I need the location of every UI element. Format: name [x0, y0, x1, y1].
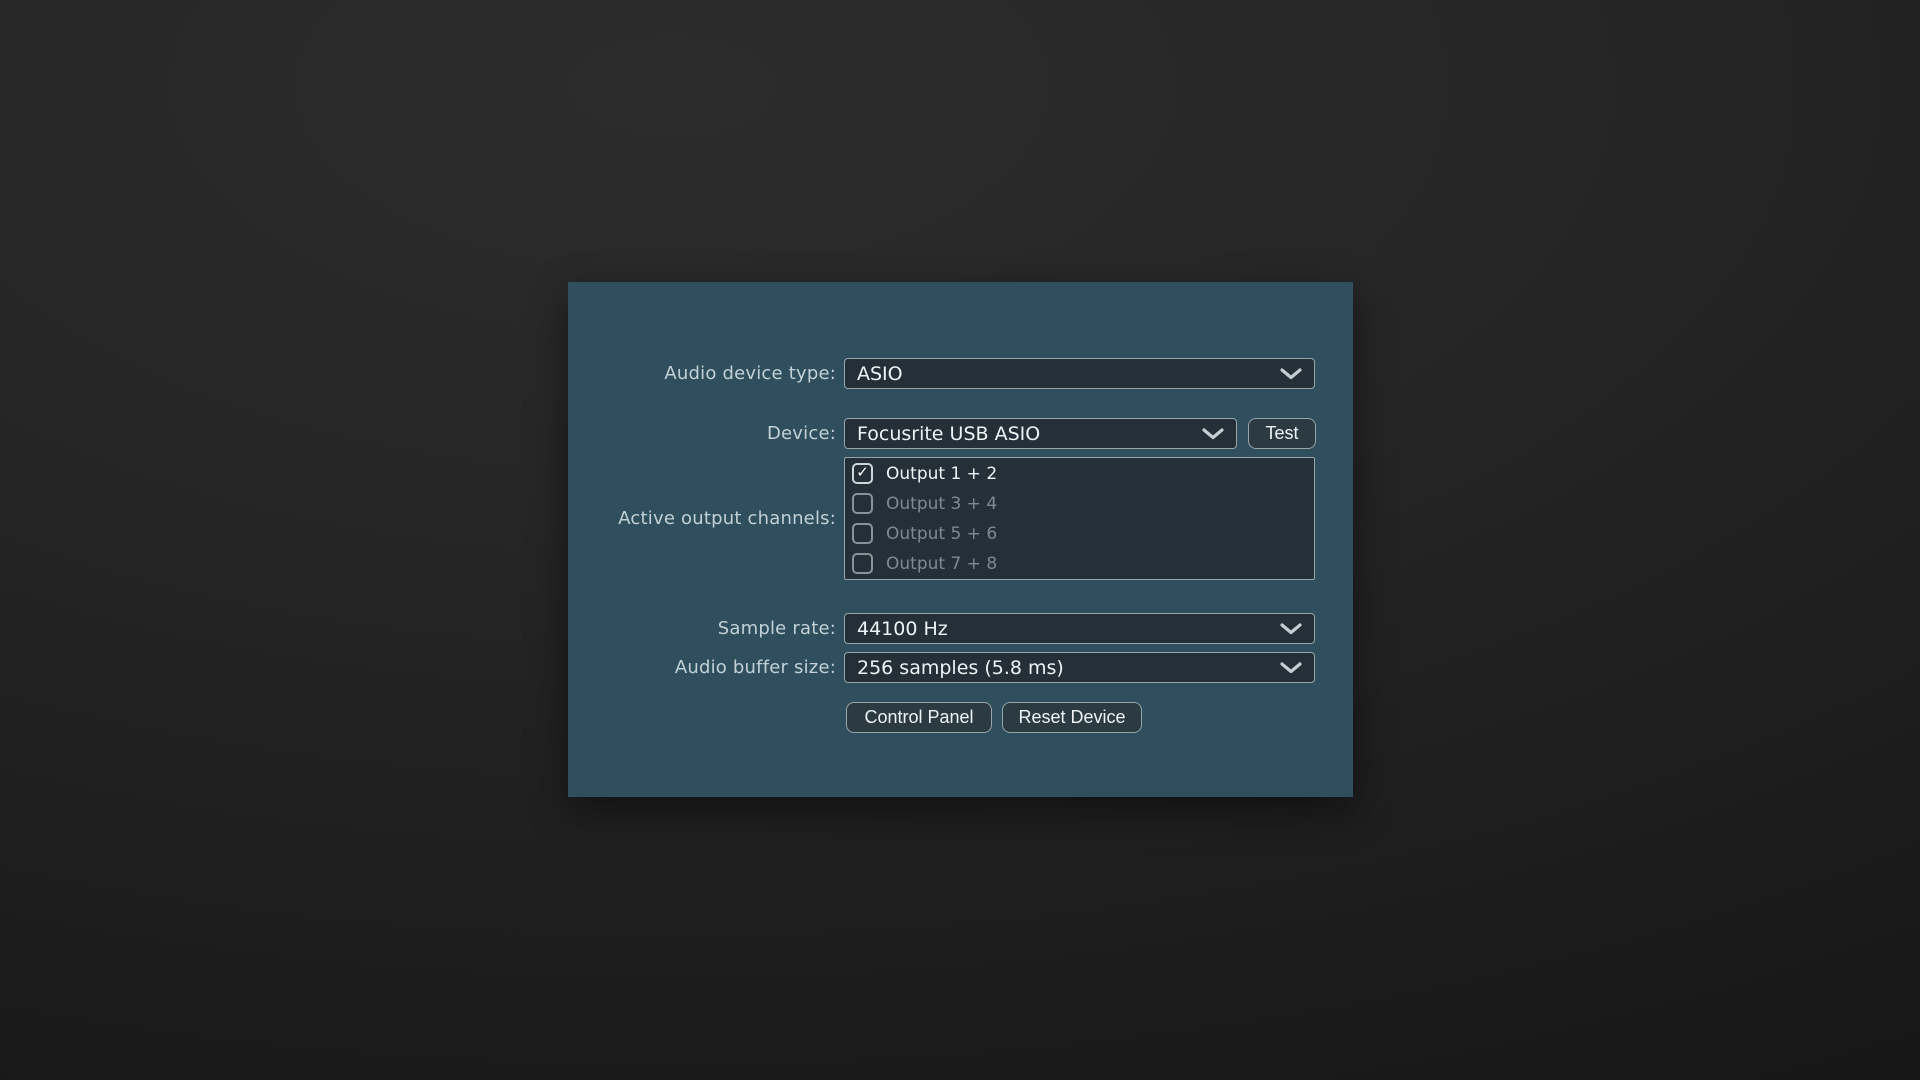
- device-row: Device: Focusrite USB ASIO Test: [568, 418, 1353, 449]
- chevron-down-icon: [1280, 662, 1302, 674]
- chevron-down-icon: [1202, 428, 1224, 440]
- audio-buffer-size-value: 256 samples (5.8 ms): [857, 657, 1064, 679]
- channel-list-item[interactable]: Output 3 + 4: [852, 489, 1314, 519]
- active-output-channels-row: Active output channels: ✓ Output 1 + 2 O…: [568, 457, 1353, 580]
- audio-settings-panel: Audio device type: ASIO Device: Focusrit…: [568, 282, 1353, 797]
- footer-buttons: Control Panel Reset Device: [846, 702, 1142, 733]
- audio-buffer-size-select[interactable]: 256 samples (5.8 ms): [844, 652, 1315, 683]
- channel-label: Output 7 + 8: [886, 554, 997, 574]
- active-output-channels-label: Active output channels:: [568, 508, 844, 529]
- chevron-down-icon: [1280, 623, 1302, 635]
- test-button[interactable]: Test: [1248, 418, 1316, 449]
- check-icon: ✓: [856, 465, 869, 480]
- audio-device-type-label: Audio device type:: [568, 363, 844, 384]
- sample-rate-row: Sample rate: 44100 Hz: [568, 613, 1353, 644]
- audio-buffer-size-label: Audio buffer size:: [568, 657, 844, 678]
- reset-device-button[interactable]: Reset Device: [1002, 702, 1142, 733]
- sample-rate-label: Sample rate:: [568, 618, 844, 639]
- footer-row: Control Panel Reset Device: [568, 702, 1353, 733]
- channel-label: Output 5 + 6: [886, 524, 997, 544]
- audio-device-type-row: Audio device type: ASIO: [568, 358, 1353, 389]
- checkbox-icon[interactable]: [852, 553, 873, 574]
- device-value: Focusrite USB ASIO: [857, 423, 1040, 445]
- sample-rate-select[interactable]: 44100 Hz: [844, 613, 1315, 644]
- control-panel-button[interactable]: Control Panel: [846, 702, 992, 733]
- channel-label: Output 1 + 2: [886, 464, 997, 484]
- audio-buffer-size-row: Audio buffer size: 256 samples (5.8 ms): [568, 652, 1353, 683]
- device-select[interactable]: Focusrite USB ASIO: [844, 418, 1237, 449]
- checkbox-icon[interactable]: [852, 493, 873, 514]
- channel-label: Output 3 + 4: [886, 494, 997, 514]
- device-label: Device:: [568, 423, 844, 444]
- sample-rate-value: 44100 Hz: [857, 618, 948, 640]
- checkbox-icon[interactable]: ✓: [852, 463, 873, 484]
- audio-device-type-select[interactable]: ASIO: [844, 358, 1315, 389]
- channel-list-item[interactable]: Output 5 + 6: [852, 519, 1314, 549]
- active-output-channels-list: ✓ Output 1 + 2 Output 3 + 4 Output 5 + 6…: [844, 457, 1315, 580]
- channel-list-item[interactable]: Output 7 + 8: [852, 549, 1314, 579]
- audio-device-type-value: ASIO: [857, 363, 903, 385]
- channel-list-item[interactable]: ✓ Output 1 + 2: [852, 459, 1314, 489]
- desktop-background: Audio device type: ASIO Device: Focusrit…: [0, 0, 1920, 1080]
- checkbox-icon[interactable]: [852, 523, 873, 544]
- chevron-down-icon: [1280, 368, 1302, 380]
